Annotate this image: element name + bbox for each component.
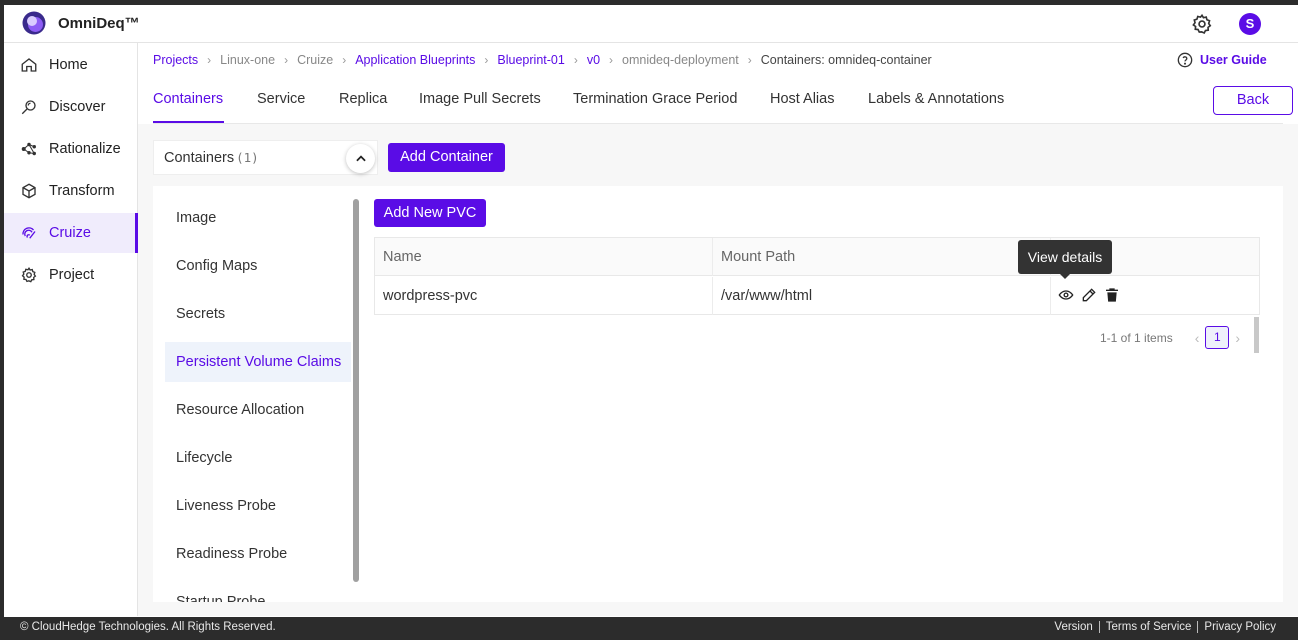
containers-count: (1) [236,150,259,165]
sidebar-item-label: Home [49,57,88,73]
table-header: Name Mount Path [375,238,1259,276]
user-guide-label: User Guide [1200,53,1267,67]
subnav-item-config-maps[interactable]: Config Maps [165,246,351,286]
footer: © CloudHedge Technologies. All Rights Re… [0,617,1298,640]
breadcrumb-cruize: Cruize [297,53,334,67]
discover-icon [21,100,36,115]
breadcrumb-blueprint[interactable]: Blueprint-01 [497,53,564,67]
sidebar: Home Discover Rationalize Transform Crui… [4,43,138,296]
tab-image-pull-secrets[interactable]: Image Pull Secrets [419,91,541,107]
pvc-mount-path-cell: /var/www/html [713,277,1051,315]
subnav-item-readiness-probe[interactable]: Readiness Probe [165,534,351,574]
row-actions [1058,287,1127,303]
user-guide-link[interactable]: User Guide [1177,52,1267,68]
breadcrumb-deployment: omnideq-deployment [622,53,739,67]
sidebar-item-label: Rationalize [49,141,121,157]
sidebar-item-rationalize[interactable]: Rationalize [4,129,138,169]
breadcrumb-chevron-icon: › [747,53,752,67]
help-circle-icon [1177,52,1193,68]
sidebar-item-home[interactable]: Home [4,45,138,85]
pagination: 1-1 of 1 items ‹ 1 › [1100,326,1246,349]
home-icon [21,58,37,72]
container-panel: Image Config Maps Secrets Persistent Vol… [153,186,1283,602]
tab-containers[interactable]: Containers [153,91,223,107]
pvc-table: Name Mount Path wordpress-pvc /var/www/h… [374,237,1260,353]
column-header-name: Name [375,238,713,276]
footer-links: Version Terms of Service Privacy Policy [1048,621,1282,633]
omnideq-logo-icon [22,11,46,35]
breadcrumb-application-blueprints[interactable]: Application Blueprints [355,53,475,67]
container-subnav: Image Config Maps Secrets Persistent Vol… [165,194,351,602]
sidebar-item-cruize[interactable]: Cruize [4,213,138,253]
tab-labels-annotations[interactable]: Labels & Annotations [868,91,1004,107]
table-row: wordpress-pvc /var/www/html [375,277,1259,353]
breadcrumb-chevron-icon: › [284,53,289,67]
tab-termination-grace-period[interactable]: Termination Grace Period [573,91,737,107]
sidebar-item-label: Transform [49,183,115,199]
breadcrumb-chevron-icon: › [207,53,212,67]
collapse-button[interactable] [346,144,375,173]
back-button[interactable]: Back [1213,86,1293,115]
breadcrumb-version[interactable]: v0 [587,53,600,67]
sidebar-item-project[interactable]: Project [4,255,138,295]
prev-page-icon[interactable]: ‹ [1195,330,1200,346]
subnav-item-image[interactable]: Image [165,198,351,238]
view-details-tooltip: View details [1018,240,1112,274]
column-header-mount-path: Mount Path [713,238,1051,276]
cruize-icon [22,227,36,239]
app-header: OmniDeq™ S [4,5,1298,43]
breadcrumb-chevron-icon: › [609,53,614,67]
copyright-text: © CloudHedge Technologies. All Rights Re… [20,621,276,633]
tooltip-arrow [1060,274,1070,279]
sidebar-item-transform[interactable]: Transform [4,171,138,211]
brand-name: OmniDeq™ [58,15,140,32]
settings-gear-icon[interactable] [1191,13,1213,35]
transform-icon [22,183,36,199]
sidebar-item-label: Discover [49,99,106,115]
chevron-up-icon [355,154,366,161]
edit-pencil-icon[interactable] [1081,287,1097,303]
footer-link-version[interactable]: Version [1048,621,1098,633]
subnav-item-persistent-volume-claims[interactable]: Persistent Volume Claims [165,342,351,382]
subnav-item-liveness-probe[interactable]: Liveness Probe [165,486,351,526]
footer-link-terms[interactable]: Terms of Service [1098,621,1198,633]
user-avatar[interactable]: S [1239,13,1261,35]
subnav-item-startup-probe[interactable]: Startup Probe [165,582,351,602]
containers-selector: Containers (1) [153,140,378,175]
rationalize-icon [21,142,36,156]
add-new-pvc-button[interactable]: Add New PVC [374,199,486,227]
pvc-name-cell: wordpress-pvc [375,277,713,315]
subnav-item-resource-allocation[interactable]: Resource Allocation [165,390,351,430]
add-container-button[interactable]: Add Container [388,143,505,172]
tab-bar: Containers Service Replica Image Pull Se… [153,84,1283,124]
footer-link-privacy[interactable]: Privacy Policy [1197,621,1282,633]
table-scrollbar[interactable] [1254,317,1259,353]
tab-host-alias[interactable]: Host Alias [770,91,834,107]
sidebar-item-label: Cruize [49,225,91,241]
breadcrumb-chevron-icon: › [573,53,578,67]
breadcrumb-projects[interactable]: Projects [153,53,198,67]
breadcrumb-linux-one: Linux-one [220,53,276,67]
subnav-scrollbar[interactable] [353,199,359,582]
subnav-item-secrets[interactable]: Secrets [165,294,351,334]
tab-replica[interactable]: Replica [339,91,387,107]
tab-service[interactable]: Service [257,91,305,107]
containers-label: Containers [164,149,235,166]
breadcrumb-chevron-icon: › [342,53,347,67]
sidebar-item-discover[interactable]: Discover [4,87,138,127]
pagination-range: 1-1 of 1 items [1100,330,1173,345]
delete-trash-icon[interactable] [1104,287,1120,303]
breadcrumb: Projects › Linux-one › Cruize › Applicat… [153,53,932,67]
next-page-icon[interactable]: › [1235,330,1240,346]
subnav-item-lifecycle[interactable]: Lifecycle [165,438,351,478]
page-number-button[interactable]: 1 [1205,326,1230,349]
view-eye-icon[interactable] [1058,287,1074,303]
active-tab-indicator [153,121,224,123]
breadcrumb-current: Containers: omnideq-container [760,53,932,67]
sidebar-item-label: Project [49,267,95,283]
breadcrumb-chevron-icon: › [484,53,489,67]
project-gear-icon [21,267,37,283]
